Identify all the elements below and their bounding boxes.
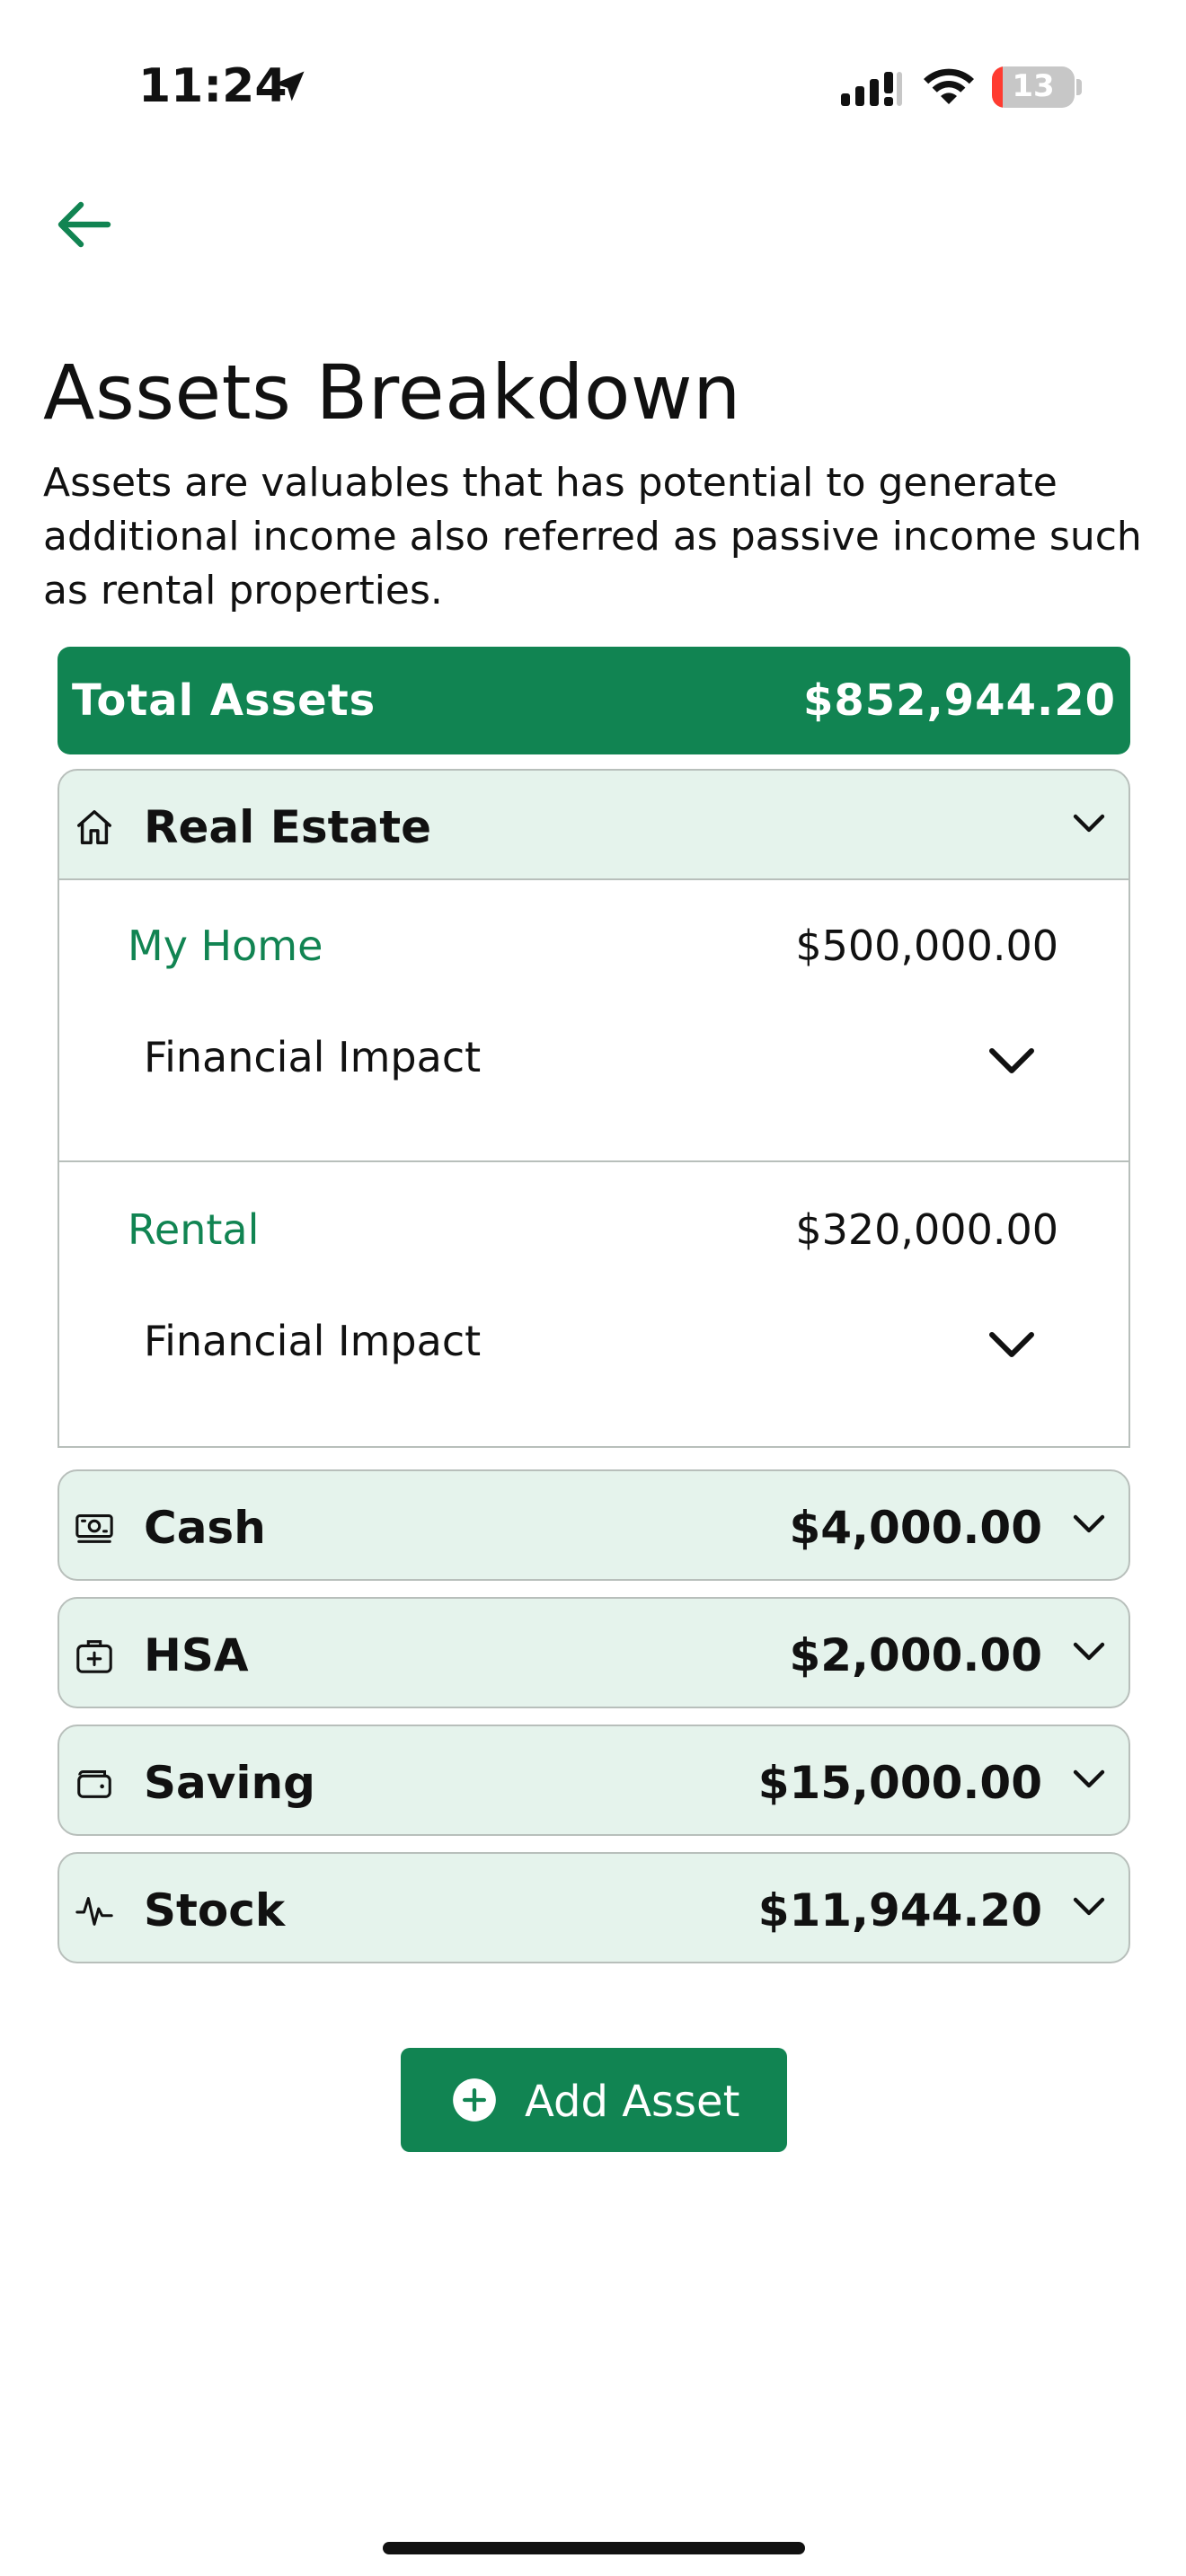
battery-icon: 13 xyxy=(992,66,1075,108)
category-label: Saving xyxy=(144,1757,315,1809)
wifi-icon xyxy=(924,68,974,104)
battery-level: 13 xyxy=(1012,68,1055,104)
back-arrow-icon[interactable] xyxy=(54,199,111,250)
home-indicator[interactable] xyxy=(383,2542,805,2554)
location-arrow-icon xyxy=(274,71,305,101)
chevron-down-icon[interactable] xyxy=(1073,1514,1105,1534)
assets-breakdown-screen: 11:24 13 Assets Breakdown Assets are val… xyxy=(0,0,1186,2576)
asset-item-my-home[interactable]: My Home $500,000.00 Financial Impact xyxy=(59,880,1128,1162)
category-value: $11,944.20 xyxy=(757,1884,1042,1936)
financial-impact-toggle[interactable]: Financial Impact xyxy=(144,1033,1057,1090)
total-assets-label: Total Assets xyxy=(72,675,376,726)
chevron-down-icon[interactable] xyxy=(988,1047,1035,1076)
medical-kit-icon xyxy=(76,1640,112,1673)
page-description: Assets are valuables that has potential … xyxy=(43,460,1142,613)
add-asset-label: Add Asset xyxy=(525,2077,740,2127)
plus-circle-icon xyxy=(453,2078,496,2122)
category-label: Cash xyxy=(144,1502,266,1554)
cellular-signal-icon xyxy=(841,72,902,106)
asset-value: $320,000.00 xyxy=(795,1205,1058,1254)
asset-value: $500,000.00 xyxy=(795,922,1058,970)
category-label: HSA xyxy=(144,1629,249,1681)
status-time: 11:24 xyxy=(138,59,288,113)
financial-impact-toggle[interactable]: Financial Impact xyxy=(144,1317,1057,1374)
asset-item-rental[interactable]: Rental $320,000.00 Financial Impact xyxy=(59,1164,1128,1446)
category-cash[interactable]: Cash $4,000.00 xyxy=(58,1469,1130,1581)
banknote-icon xyxy=(75,1514,113,1543)
asset-name[interactable]: My Home xyxy=(128,922,323,970)
category-label: Real Estate xyxy=(144,801,432,853)
category-value: $2,000.00 xyxy=(789,1629,1042,1681)
financial-impact-label: Financial Impact xyxy=(144,1317,482,1365)
category-saving[interactable]: Saving $15,000.00 xyxy=(58,1725,1130,1836)
category-stock[interactable]: Stock $11,944.20 xyxy=(58,1852,1130,1963)
category-value: $15,000.00 xyxy=(757,1757,1042,1809)
category-label: Stock xyxy=(144,1884,286,1936)
asset-name[interactable]: Rental xyxy=(128,1205,259,1254)
battery-cap xyxy=(1076,79,1082,95)
category-real-estate-header[interactable]: Real Estate xyxy=(58,769,1130,880)
category-hsa[interactable]: HSA $2,000.00 xyxy=(58,1597,1130,1708)
wallet-icon xyxy=(77,1770,111,1798)
chevron-down-icon[interactable] xyxy=(988,1331,1035,1360)
category-value: $4,000.00 xyxy=(789,1502,1042,1554)
financial-impact-label: Financial Impact xyxy=(144,1033,482,1081)
add-asset-button[interactable]: Add Asset xyxy=(401,2048,787,2152)
chevron-down-icon[interactable] xyxy=(1073,1642,1105,1662)
chevron-down-icon[interactable] xyxy=(1073,814,1105,834)
real-estate-items: My Home $500,000.00 Financial Impact Ren… xyxy=(58,880,1130,1448)
total-assets-bar: Total Assets $852,944.20 xyxy=(58,647,1130,754)
page-title: Assets Breakdown xyxy=(43,348,741,437)
chevron-down-icon[interactable] xyxy=(1073,1897,1105,1917)
total-assets-value: $852,944.20 xyxy=(802,675,1116,726)
house-icon xyxy=(77,810,111,844)
chevron-down-icon[interactable] xyxy=(1073,1769,1105,1789)
pulse-chart-icon xyxy=(75,1897,113,1926)
